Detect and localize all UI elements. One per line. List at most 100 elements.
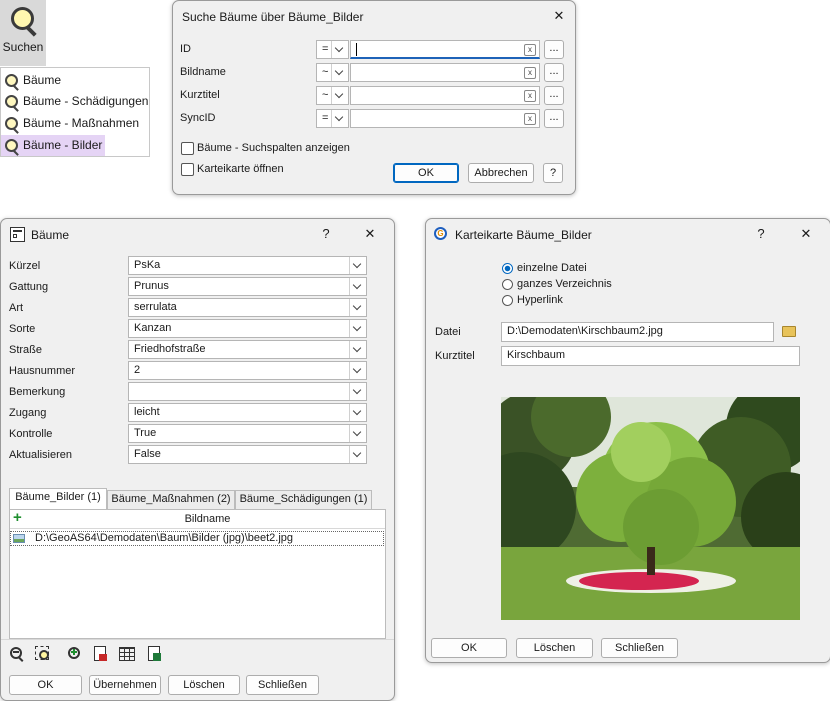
search-ribbon-button[interactable]: Suchen [0,0,46,66]
card-dialog: G Karteikarte Bäume_Bilder ? ✕ einzelne … [425,218,830,663]
chevron-down-icon [349,446,366,463]
tab-massnahmen[interactable]: Bäume_Maßnahmen (2) [107,490,235,509]
menu-item-massnahmen[interactable]: Bäume - Maßnahmen [1,113,149,134]
help-button[interactable]: ? [543,163,563,183]
field-label: Zugang [9,407,47,419]
grid-header: + Bildname [10,509,385,529]
radio-single-file[interactable] [502,263,513,274]
chevron-down-icon [349,383,366,400]
zoom-out-icon[interactable] [9,646,25,662]
report-icon[interactable] [93,646,109,662]
kontrolle-select[interactable]: True [128,424,367,443]
hausnummer-select[interactable]: 2 [128,361,367,380]
clear-icon[interactable]: x [524,90,536,102]
zugang-select[interactable]: leicht [128,403,367,422]
close-dialog-button[interactable]: Schließen [601,638,678,658]
field-label-bildname: Bildname [180,66,226,78]
add-row-icon[interactable]: + [13,509,22,526]
operator-select-id[interactable]: = [316,40,349,59]
delete-button[interactable]: Löschen [516,638,593,658]
sorte-select[interactable]: Kanzan [128,319,367,338]
chevron-down-icon [331,87,348,104]
radio-directory[interactable] [502,279,513,290]
table-icon[interactable] [119,646,135,662]
browse-button-bildname[interactable]: ... [544,63,564,82]
menu-item-bilder[interactable]: Bäume - Bilder [1,135,105,156]
image-icon [13,534,25,543]
baeume-dialog: Bäume ? ✕ Kürzel PsKa Gattung Prunus Art… [0,218,395,701]
radio-hyperlink[interactable] [502,295,513,306]
kuerzel-select[interactable]: PsKa [128,256,367,275]
folder-icon[interactable] [782,326,796,337]
field-label: Kürzel [9,260,41,272]
table-row[interactable]: D:\GeoAS64\Demodaten\Baum\Bilder (jpg)\b… [10,531,384,546]
field-label-kurztitel: Kurztitel [180,89,220,101]
ok-button[interactable]: OK [393,163,459,183]
file-input[interactable]: D:\Demodaten\Kirschbaum2.jpg [501,322,774,342]
chevron-down-icon [331,41,348,58]
radio-label: ganzes Verzeichnis [517,278,612,290]
clear-icon[interactable]: x [524,113,536,125]
clear-icon[interactable]: x [524,44,536,56]
browse-button-syncid[interactable]: ... [544,109,564,128]
field-label: Kontrolle [9,428,53,440]
aktualisieren-select[interactable]: False [128,445,367,464]
open-card-checkbox[interactable] [181,163,194,176]
image-preview [501,397,800,620]
art-select[interactable]: serrulata [128,298,367,317]
field-label: Bemerkung [9,386,66,398]
kurztitel-input[interactable]: Kirschbaum [501,346,800,366]
close-button[interactable]: ✕ [358,224,382,244]
field-label: Gattung [9,281,49,293]
cancel-button[interactable]: Abbrechen [468,163,534,183]
syncid-input[interactable]: x [350,109,540,128]
search-icon [5,139,18,152]
operator-select-syncid[interactable]: = [316,109,349,128]
menu-item-baeume[interactable]: Bäume [1,70,149,91]
tab-bilder[interactable]: Bäume_Bilder (1) [9,488,107,510]
open-card-label: Karteikarte öffnen [197,163,284,175]
field-label: Art [9,302,24,314]
ok-button[interactable]: OK [431,638,507,658]
search-dialog: Suche Bäume über Bäume_Bilder ✕ ID = x .… [172,0,576,195]
operator-select-bildname[interactable]: ~ [316,63,349,82]
dialog-title: Karteikarte Bäume_Bilder [455,228,592,242]
kurztitel-input[interactable]: x [350,86,540,105]
gattung-select[interactable]: Prunus [128,277,367,296]
column-header-bildname[interactable]: Bildname [30,513,385,525]
bildname-input[interactable]: x [350,63,540,82]
close-button[interactable]: ✕ [794,224,818,244]
chevron-down-icon [349,299,366,316]
menu-item-schaedigungen[interactable]: Bäume - Schädigungen [1,91,149,112]
browse-button-kurztitel[interactable]: ... [544,86,564,105]
clear-icon[interactable]: x [524,67,536,79]
close-dialog-button[interactable]: Schließen [246,675,319,695]
field-label: Straße [9,344,43,356]
chevron-down-icon [349,320,366,337]
id-input[interactable]: x [350,40,540,59]
zoom-select-icon[interactable] [35,646,51,662]
search-icon [5,74,18,87]
browse-button-id[interactable]: ... [544,40,564,59]
close-button[interactable]: ✕ [547,6,571,26]
chevron-down-icon [349,425,366,442]
field-label: Sorte [9,323,36,335]
bemerkung-select[interactable] [128,382,367,401]
kurztitel-label: Kurztitel [435,350,475,362]
strasse-select[interactable]: Friedhofstraße [128,340,367,359]
tab-schaedigungen[interactable]: Bäume_Schädigungen (1) [235,490,372,509]
help-button[interactable]: ? [314,224,338,244]
operator-select-kurztitel[interactable]: ~ [316,86,349,105]
ok-button[interactable]: OK [9,675,82,695]
excel-export-icon[interactable] [147,646,163,662]
show-columns-label: Bäume - Suchspalten anzeigen [197,142,350,154]
app-logo-icon: G [434,227,447,240]
help-button[interactable]: ? [749,224,773,244]
radio-label: einzelne Datei [517,262,587,274]
apply-button[interactable]: Übernehmen [89,675,161,695]
show-columns-checkbox[interactable] [181,142,194,155]
chevron-down-icon [349,341,366,358]
tree-photo [501,397,800,620]
delete-button[interactable]: Löschen [168,675,240,695]
zoom-in-icon[interactable] [67,646,83,662]
